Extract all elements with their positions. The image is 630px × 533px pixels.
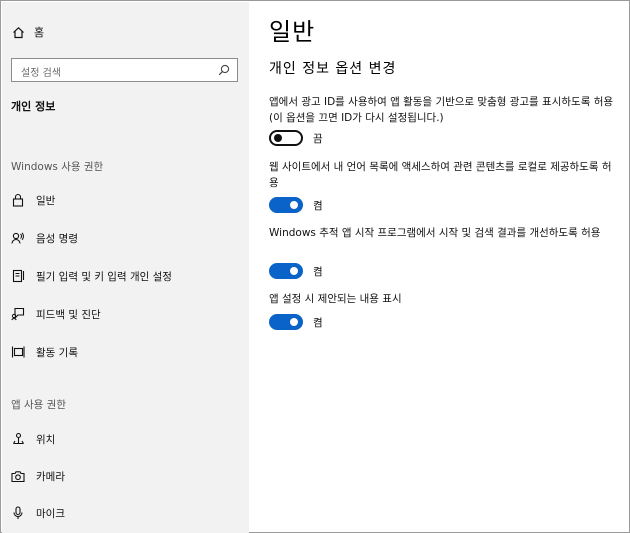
toggle-state-label: 켬 <box>313 265 323 278</box>
setting-language-list-description: 웹 사이트에서 내 언어 목록에 액세스하여 관련 콘텐츠를 로컬로 제공하도록… <box>269 161 612 189</box>
setting-language-list-toggle-row: 켬 <box>269 197 323 213</box>
section-title: 개인 정보 <box>11 100 56 113</box>
toggle-knob <box>290 318 298 326</box>
microphone-icon <box>11 506 25 520</box>
toggle-state-label: 켬 <box>313 199 323 212</box>
speech-icon <box>11 231 25 245</box>
search-icon[interactable] <box>217 63 231 77</box>
sidebar-item-label: 위치 <box>36 433 56 446</box>
page-title: 일반 <box>269 18 316 46</box>
search-placeholder: 설정 검색 <box>21 68 61 79</box>
camera-icon <box>11 469 25 483</box>
search-input[interactable]: 설정 검색 <box>11 58 238 82</box>
toggle-state-label: 끔 <box>313 132 323 145</box>
page-subtitle: 개인 정보 옵션 변경 <box>269 61 397 77</box>
home-icon <box>11 25 25 39</box>
app-launch-tracking-toggle[interactable] <box>269 263 303 279</box>
feedback-icon <box>11 307 25 321</box>
sidebar-item-label: 음성 명령 <box>36 232 78 245</box>
settings-window: 홈 설정 검색 개인 정보 Windows 사용 권한 일반 음성 명령 필기 … <box>0 0 630 533</box>
sidebar-item-speech[interactable]: 음성 명령 <box>11 227 241 249</box>
sidebar-item-feedback[interactable]: 피드백 및 진단 <box>11 303 241 325</box>
setting-suggested-content-toggle-row: 켬 <box>269 314 323 330</box>
home-label: 홈 <box>34 26 45 39</box>
setting-ad-id-toggle-row: 끔 <box>269 130 323 146</box>
sidebar-item-label: 마이크 <box>36 507 65 520</box>
toggle-knob <box>290 201 298 209</box>
sidebar-item-camera[interactable]: 카메라 <box>11 465 241 487</box>
sidebar-item-label: 활동 기록 <box>36 346 78 359</box>
sidebar-item-label: 일반 <box>36 194 56 207</box>
setting-app-launch-tracking-toggle-row: 켬 <box>269 263 323 279</box>
notepad-pen-icon <box>11 269 25 283</box>
sidebar: 홈 설정 검색 개인 정보 Windows 사용 권한 일반 음성 명령 필기 … <box>2 2 249 533</box>
setting-suggested-content-description: 앱 설정 시 제안되는 내용 표시 <box>269 293 402 305</box>
sidebar-item-inking-typing[interactable]: 필기 입력 및 키 입력 개인 설정 <box>11 265 241 287</box>
setting-ad-id-description: 앱에서 광고 ID를 사용하여 앱 활동을 기반으로 맞춤형 광고를 표시하도록… <box>269 96 614 124</box>
sidebar-item-label: 카메라 <box>36 470 65 483</box>
toggle-knob <box>274 134 282 142</box>
toggle-knob <box>290 267 298 275</box>
sidebar-item-location[interactable]: 위치 <box>11 428 241 450</box>
windows-permissions-header: Windows 사용 권한 <box>11 161 104 173</box>
sidebar-item-label: 피드백 및 진단 <box>36 308 101 321</box>
home-nav-item[interactable]: 홈 <box>11 24 44 40</box>
sidebar-item-microphone[interactable]: 마이크 <box>11 502 241 524</box>
location-icon <box>11 432 25 446</box>
ad-id-toggle[interactable] <box>269 130 303 146</box>
suggested-content-toggle[interactable] <box>269 314 303 330</box>
sidebar-item-general[interactable]: 일반 <box>11 189 241 211</box>
sidebar-item-activity-history[interactable]: 활동 기록 <box>11 341 241 363</box>
lock-icon <box>11 193 25 207</box>
sidebar-item-label: 필기 입력 및 키 입력 개인 설정 <box>36 270 172 283</box>
timeline-icon <box>11 345 25 359</box>
toggle-state-label: 켬 <box>313 316 323 329</box>
setting-app-launch-tracking-description: Windows 추적 앱 시작 프로그램에서 시작 및 검색 결과를 개선하도록… <box>269 227 601 239</box>
app-permissions-header: 앱 사용 권한 <box>11 399 66 411</box>
language-list-toggle[interactable] <box>269 197 303 213</box>
